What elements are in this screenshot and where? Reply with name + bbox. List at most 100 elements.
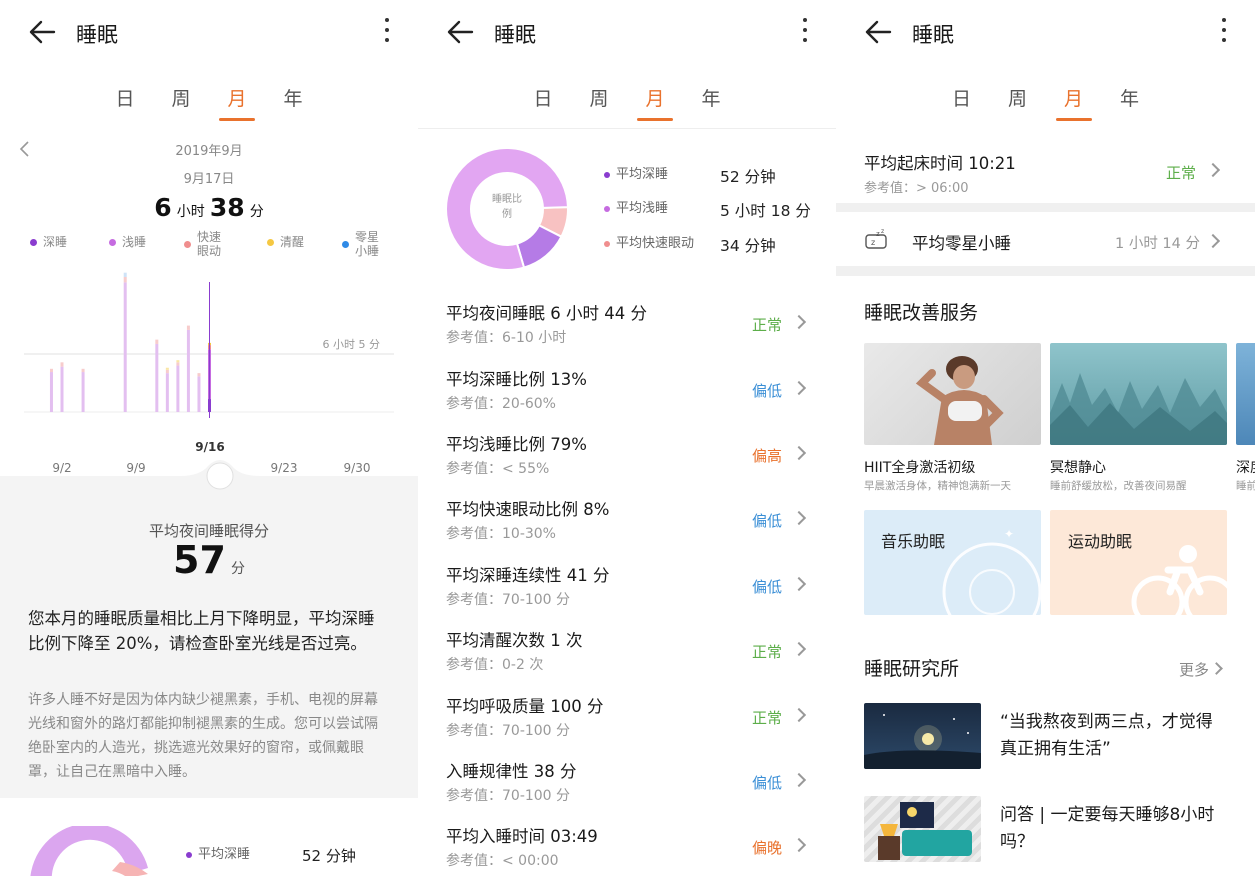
score-unit: 分 bbox=[230, 561, 245, 577]
legend-nap-dot bbox=[342, 240, 349, 248]
tab-year[interactable]: 年 bbox=[265, 84, 321, 121]
legend-awake-dot bbox=[267, 239, 274, 246]
bar-segment-9-1[interactable] bbox=[49, 368, 53, 373]
ratio-value-deep: 52 分钟 bbox=[720, 168, 776, 186]
tab-day[interactable]: 日 bbox=[97, 84, 153, 121]
tab-day[interactable]: 日 bbox=[934, 84, 990, 121]
service-section-title: 睡眠改善服务 bbox=[864, 302, 979, 324]
page-title: 睡眠 bbox=[912, 23, 954, 47]
back-arrow-icon[interactable] bbox=[28, 18, 56, 46]
athlete-illustration bbox=[915, 356, 1004, 445]
tab-day[interactable]: 日 bbox=[515, 84, 571, 121]
bar-segment-9-4[interactable] bbox=[81, 368, 85, 373]
service-card-partial-image[interactable] bbox=[1236, 343, 1255, 445]
status-badge: 偏低 bbox=[751, 512, 782, 530]
status-badge: 正常 bbox=[751, 316, 782, 334]
chevron-right-icon[interactable] bbox=[1210, 662, 1223, 675]
bottom-legend-value: 52 分钟 bbox=[302, 847, 356, 865]
service-card-desc: 睡前 bbox=[1236, 480, 1255, 492]
metric-row[interactable]: 平均深睡连续性 41 分参考值：70-100 分偏低 bbox=[418, 562, 836, 627]
metric-row[interactable]: 平均快速眼动比例 8% 参考值：10-30% 偏低 bbox=[418, 496, 836, 561]
article-title[interactable]: “当我熬夜到两三点，才觉得真正拥有生活” bbox=[1000, 709, 1222, 763]
bar-segment-9-2[interactable] bbox=[60, 366, 64, 412]
status-badge: 偏低 bbox=[751, 382, 782, 400]
svg-text:z: z bbox=[871, 238, 875, 247]
bar-segment-9-14[interactable] bbox=[186, 329, 190, 412]
bar-segment-9-11[interactable] bbox=[155, 343, 159, 412]
bar-segment-9-13[interactable] bbox=[176, 360, 180, 363]
status-badge: 偏低 bbox=[751, 578, 782, 596]
bar-segment-9-8[interactable] bbox=[123, 282, 127, 412]
bar-segment-9-11[interactable] bbox=[155, 339, 159, 344]
more-menu-icon[interactable] bbox=[382, 18, 392, 48]
article-thumb-night[interactable] bbox=[864, 703, 981, 769]
page-title: 睡眠 bbox=[494, 23, 536, 47]
bar-segment-9-12[interactable] bbox=[165, 367, 169, 370]
article-thumb-qa[interactable] bbox=[864, 796, 981, 862]
bar-segment-9-8[interactable] bbox=[123, 277, 127, 283]
ratio-legend-light-dot bbox=[604, 205, 610, 212]
bar-segment-9-4[interactable] bbox=[81, 372, 85, 412]
chevron-right-icon bbox=[791, 510, 807, 526]
back-arrow-icon[interactable] bbox=[446, 18, 474, 46]
svg-text:z: z bbox=[876, 230, 880, 238]
sleep-duration: 6 小时 38 分 bbox=[0, 193, 418, 222]
duration-minutes-unit: 分 bbox=[249, 204, 264, 220]
legend-nap: 零星小睡 bbox=[342, 230, 388, 258]
duration-minutes: 38 bbox=[209, 193, 245, 222]
metric-row[interactable]: 平均入睡时间 03:49 参考值：< 00:00 偏晚 bbox=[418, 823, 836, 876]
more-menu-icon[interactable] bbox=[1219, 18, 1229, 48]
bar-segment-9-15[interactable] bbox=[197, 373, 201, 377]
selected-day-label: 9/16 bbox=[195, 440, 225, 454]
donut-center-label: 睡眠比例 bbox=[492, 194, 522, 220]
metric-row[interactable]: 入睡规律性 38 分参考值：70-100 分偏低 bbox=[418, 758, 836, 823]
sleep-advice: 您本月的睡眠质量相比上月下降明显，平均深睡比例下降至 20%，请检查卧室光线是否… bbox=[28, 609, 375, 653]
metric-row[interactable]: 平均夜间睡眠 6 小时 44 分参考值：6-10 小时 正常 bbox=[418, 300, 836, 365]
bar-segment-9-14[interactable] bbox=[186, 325, 190, 330]
metric-row[interactable]: 平均呼吸质量 100 分参考值：70-100 分正常 bbox=[418, 693, 836, 758]
bar-segment-9-12[interactable] bbox=[165, 369, 169, 374]
tab-year[interactable]: 年 bbox=[1102, 84, 1158, 121]
chevron-right-icon bbox=[1205, 233, 1221, 249]
bar-segment-9-2[interactable] bbox=[60, 362, 64, 367]
bar-segment-9-12[interactable] bbox=[165, 373, 169, 412]
article-title[interactable]: 问答 | 一定要每天睡够8小时吗？ bbox=[1000, 802, 1222, 856]
tab-week[interactable]: 周 bbox=[153, 84, 209, 121]
bar-segment-9-13[interactable] bbox=[176, 362, 180, 366]
chevron-right-icon bbox=[791, 445, 807, 461]
bar-segment-9-13[interactable] bbox=[176, 365, 180, 412]
tab-month[interactable]: 月 bbox=[1046, 84, 1102, 121]
tab-month[interactable]: 月 bbox=[627, 84, 683, 121]
tab-week[interactable]: 周 bbox=[990, 84, 1046, 121]
more-menu-icon[interactable] bbox=[800, 18, 810, 48]
nap-row[interactable]: zzz 平均零星小睡 1 小时 14 分 bbox=[836, 214, 1254, 266]
wake-time-row[interactable]: 平均起床时间 10:21 参考值：> 06:00 正常 bbox=[836, 150, 1254, 202]
legend-light-dot bbox=[109, 239, 116, 246]
bar-segment-9-8[interactable] bbox=[123, 272, 127, 277]
chevron-right-icon bbox=[791, 314, 807, 330]
ratio-legend-rem: 平均快速眼动 bbox=[604, 237, 694, 250]
tab-week[interactable]: 周 bbox=[571, 84, 627, 121]
status-badge: 偏高 bbox=[751, 447, 782, 465]
research-more-link[interactable]: 更多 bbox=[1179, 659, 1209, 680]
metric-row[interactable]: 平均浅睡比例 79% 参考值：< 55% 偏高 bbox=[418, 431, 836, 496]
status-badge: 正常 bbox=[1165, 164, 1196, 182]
metric-row[interactable]: 平均深睡比例 13% 参考值：20-60% 偏低 bbox=[418, 366, 836, 431]
service-card-meditation-image[interactable] bbox=[1050, 343, 1227, 445]
month-label: 2019年9月 bbox=[175, 144, 243, 159]
x-tick-label: 9/23 bbox=[270, 461, 298, 475]
service-card-hiit-image[interactable] bbox=[864, 343, 1041, 445]
music-aid-tile[interactable]: ✦ 音乐助眠 bbox=[864, 510, 1041, 615]
metric-row[interactable]: 平均清醒次数 1 次参考值：0-2 次正常 bbox=[418, 627, 836, 692]
bar-segment-9-15[interactable] bbox=[197, 376, 201, 412]
status-badge: 偏晚 bbox=[751, 839, 782, 857]
exercise-aid-tile[interactable]: 运动助眠 bbox=[1050, 510, 1227, 615]
reference-line-label: 6 小时 5 分 bbox=[323, 338, 381, 351]
chart-scrubber-handle[interactable] bbox=[180, 460, 260, 494]
tab-month[interactable]: 月 bbox=[209, 84, 265, 121]
bar-segment-9-1[interactable] bbox=[49, 372, 53, 412]
back-arrow-icon[interactable] bbox=[864, 18, 892, 46]
tab-year[interactable]: 年 bbox=[683, 84, 739, 121]
legend-deep-dot bbox=[30, 239, 37, 246]
chevron-right-icon bbox=[1205, 162, 1221, 178]
